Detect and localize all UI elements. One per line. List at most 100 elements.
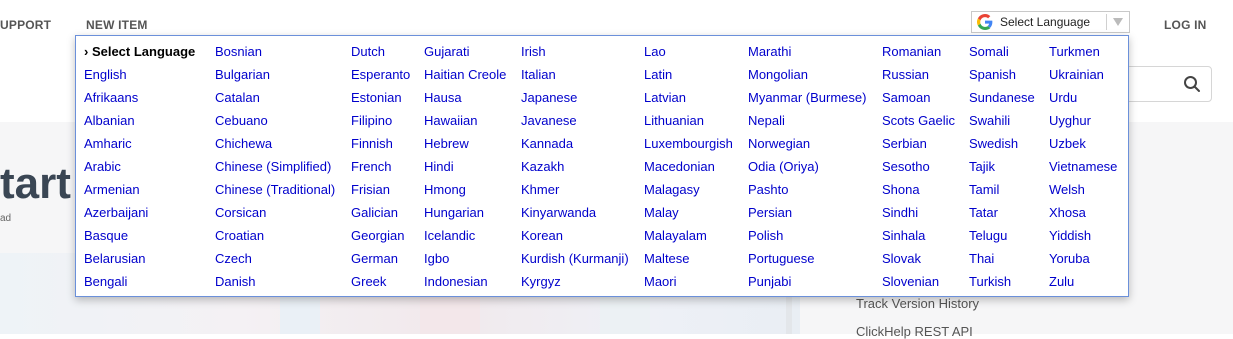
language-option[interactable]: Haitian Creole [424,67,506,83]
language-option[interactable]: Frisian [351,182,390,198]
language-option[interactable]: Serbian [882,136,927,152]
language-option[interactable]: Hungarian [424,205,484,221]
language-option[interactable]: Sundanese [969,90,1035,106]
language-option[interactable]: Lithuanian [644,113,704,129]
language-option[interactable]: Welsh [1049,182,1085,198]
language-option[interactable]: Finnish [351,136,393,152]
language-option[interactable]: Hmong [424,182,466,198]
language-option[interactable]: Punjabi [748,274,791,290]
language-option[interactable]: Hebrew [424,136,469,152]
language-option[interactable]: Vietnamese [1049,159,1117,175]
language-option[interactable]: Croatian [215,228,264,244]
language-option[interactable]: Amharic [84,136,132,152]
language-option[interactable]: Irish [521,44,546,60]
language-option[interactable]: Georgian [351,228,404,244]
language-option[interactable]: Kurdish (Kurmanji) [521,251,629,267]
language-option[interactable]: Somali [969,44,1009,60]
language-option[interactable]: Javanese [521,113,577,129]
language-option[interactable]: Swedish [969,136,1018,152]
language-option[interactable]: Maltese [644,251,690,267]
language-option[interactable]: Tamil [969,182,999,198]
language-option[interactable]: Bulgarian [215,67,270,83]
language-option[interactable]: Lao [644,44,666,60]
language-option[interactable]: Catalan [215,90,260,106]
language-option[interactable]: Yiddish [1049,228,1091,244]
login-link[interactable]: LOG IN [1164,18,1207,32]
language-option[interactable]: Swahili [969,113,1010,129]
language-option[interactable]: Chinese (Traditional) [215,182,335,198]
language-option[interactable]: Hausa [424,90,462,106]
language-option[interactable]: Nepali [748,113,785,129]
language-option[interactable]: Estonian [351,90,402,106]
language-option[interactable]: Norwegian [748,136,810,152]
language-option[interactable]: Chichewa [215,136,272,152]
language-option[interactable]: Basque [84,228,128,244]
language-option[interactable]: English [84,67,127,83]
language-option[interactable]: Slovenian [882,274,939,290]
language-option[interactable]: Malagasy [644,182,700,198]
language-option[interactable]: Esperanto [351,67,410,83]
language-option[interactable]: Romanian [882,44,941,60]
nav-new-item-link[interactable]: NEW ITEM [86,18,148,32]
language-option[interactable]: German [351,251,398,267]
language-option[interactable]: Scots Gaelic [882,113,955,129]
language-option[interactable]: Albanian [84,113,135,129]
language-option[interactable]: Maori [644,274,677,290]
language-option[interactable]: Belarusian [84,251,145,267]
language-option[interactable]: Dutch [351,44,385,60]
language-option[interactable]: Spanish [969,67,1016,83]
language-option[interactable]: Latvian [644,90,686,106]
language-option[interactable]: Chinese (Simplified) [215,159,331,175]
language-option[interactable]: Odia (Oriya) [748,159,819,175]
language-option[interactable]: Turkish [969,274,1011,290]
language-option[interactable]: Kannada [521,136,573,152]
language-option[interactable]: Afrikaans [84,90,138,106]
language-option[interactable]: Uzbek [1049,136,1086,152]
language-option[interactable]: Icelandic [424,228,475,244]
language-option[interactable]: Xhosa [1049,205,1086,221]
sidebar-link-rest-api[interactable]: ClickHelp REST API [856,324,973,339]
language-option[interactable]: Khmer [521,182,559,198]
language-option[interactable]: Persian [748,205,792,221]
language-option[interactable]: Tajik [969,159,995,175]
language-option[interactable]: Igbo [424,251,449,267]
language-option[interactable]: Hindi [424,159,454,175]
language-option[interactable]: Malayalam [644,228,707,244]
language-option[interactable]: Thai [969,251,994,267]
language-option[interactable]: Pashto [748,182,788,198]
language-option[interactable]: Gujarati [424,44,470,60]
language-option[interactable]: Zulu [1049,274,1074,290]
language-option[interactable]: Azerbaijani [84,205,148,221]
language-option[interactable]: Telugu [969,228,1007,244]
language-option[interactable]: Tatar [969,205,998,221]
search-icon[interactable] [1183,75,1201,93]
language-option[interactable]: Kyrgyz [521,274,561,290]
nav-support-link[interactable]: UPPORT [0,18,51,32]
language-option[interactable]: Japanese [521,90,577,106]
language-option[interactable]: Myanmar (Burmese) [748,90,866,106]
sidebar-link-track-version-history[interactable]: Track Version History [856,296,979,311]
language-option[interactable]: Corsican [215,205,266,221]
language-option[interactable]: Armenian [84,182,140,198]
language-option[interactable]: Luxembourgish [644,136,733,152]
language-option[interactable]: Slovak [882,251,921,267]
language-option[interactable]: Cebuano [215,113,268,129]
language-option[interactable]: Ukrainian [1049,67,1104,83]
language-option[interactable]: Kinyarwanda [521,205,596,221]
language-option[interactable]: Filipino [351,113,392,129]
language-option[interactable]: Urdu [1049,90,1077,106]
language-option[interactable]: Russian [882,67,929,83]
language-option[interactable]: Sinhala [882,228,925,244]
language-option[interactable]: Uyghur [1049,113,1091,129]
language-option[interactable]: Indonesian [424,274,488,290]
language-option[interactable]: Sesotho [882,159,930,175]
language-option[interactable]: Galician [351,205,398,221]
language-option[interactable]: Yoruba [1049,251,1090,267]
language-option[interactable]: Greek [351,274,386,290]
language-option[interactable]: Marathi [748,44,791,60]
language-option[interactable]: Sindhi [882,205,918,221]
language-option[interactable]: Danish [215,274,255,290]
language-select[interactable]: Select Language [971,11,1130,33]
language-option[interactable]: Samoan [882,90,930,106]
language-option[interactable]: Mongolian [748,67,808,83]
